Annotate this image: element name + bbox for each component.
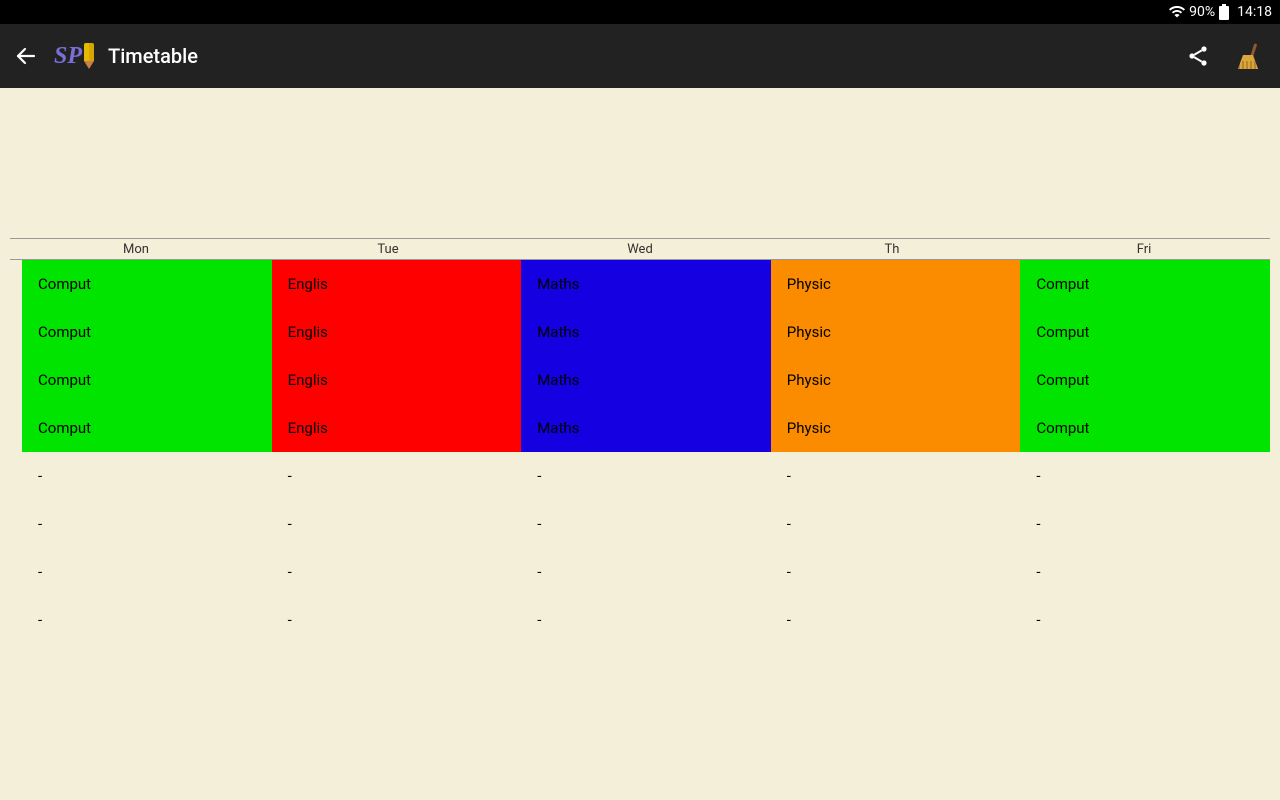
broom-icon [1236,43,1260,69]
timetable-cell-empty[interactable]: - [22,500,272,548]
timetable-row: ComputEnglisMathsPhysicComput [22,308,1270,356]
timetable-cell-empty[interactable]: - [272,596,522,644]
timetable-cell[interactable]: Physic [771,308,1021,356]
timetable-row: ComputEnglisMathsPhysicComput [22,404,1270,452]
timetable-cell[interactable]: Comput [22,308,272,356]
timetable-cell-empty[interactable]: - [272,500,522,548]
clear-button[interactable] [1234,42,1262,70]
timetable-cell[interactable]: Englis [272,356,522,404]
timetable-cell-empty[interactable]: - [521,548,771,596]
day-header: Tue [262,239,514,259]
wifi-icon [1169,4,1185,20]
day-header-row: MonTueWedThFri [10,238,1270,260]
timetable-cell[interactable]: Maths [521,404,771,452]
timetable-cell[interactable]: Comput [22,356,272,404]
timetable-cell-empty[interactable]: - [771,500,1021,548]
app-logo: SP [54,43,94,70]
timetable-cell[interactable]: Comput [1020,260,1270,308]
back-button[interactable] [12,42,40,70]
timetable-cell-empty[interactable]: - [1020,596,1270,644]
timetable-cell-empty[interactable]: - [521,500,771,548]
timetable-cell-empty[interactable]: - [1020,548,1270,596]
timetable-cell-empty[interactable]: - [771,452,1021,500]
battery-icon [1219,4,1229,20]
timetable-cell[interactable]: Maths [521,308,771,356]
timetable-cell[interactable]: Maths [521,356,771,404]
timetable-row: ----- [22,452,1270,500]
timetable-cell[interactable]: Englis [272,404,522,452]
day-header: Th [766,239,1018,259]
timetable-cell[interactable]: Maths [521,260,771,308]
timetable-cell-empty[interactable]: - [272,452,522,500]
timetable-cell[interactable]: Physic [771,356,1021,404]
timetable-cell[interactable]: Comput [1020,404,1270,452]
timetable-cell-empty[interactable]: - [22,596,272,644]
day-header: Mon [10,239,262,259]
timetable-cell[interactable]: Physic [771,404,1021,452]
timetable-cell-empty[interactable]: - [22,452,272,500]
timetable-cell-empty[interactable]: - [272,548,522,596]
timetable-cell[interactable]: Comput [22,404,272,452]
timetable-cell-empty[interactable]: - [771,596,1021,644]
timetable-row: ----- [22,548,1270,596]
timetable-body: ComputEnglisMathsPhysicComputComputEngli… [10,260,1270,644]
timetable-cell[interactable]: Englis [272,260,522,308]
share-button[interactable] [1184,42,1212,70]
timetable-row: ----- [22,500,1270,548]
page-title: Timetable [108,44,1170,68]
timetable-row: ComputEnglisMathsPhysicComput [22,356,1270,404]
content-area: MonTueWedThFri ComputEnglisMathsPhysicCo… [0,88,1280,800]
timetable-cell-empty[interactable]: - [521,452,771,500]
pencil-icon [84,43,94,69]
status-bar: 90% 14:18 [0,0,1280,24]
timetable-cell-empty[interactable]: - [1020,452,1270,500]
timetable-cell[interactable]: Comput [1020,356,1270,404]
timetable-cell[interactable]: Englis [272,308,522,356]
day-header: Wed [514,239,766,259]
logo-text: SP [54,43,82,70]
timetable-cell-empty[interactable]: - [521,596,771,644]
timetable: MonTueWedThFri ComputEnglisMathsPhysicCo… [10,238,1270,644]
timetable-cell[interactable]: Comput [1020,308,1270,356]
timetable-row: ----- [22,596,1270,644]
app-bar: SP Timetable [0,24,1280,88]
timetable-row: ComputEnglisMathsPhysicComput [22,260,1270,308]
timetable-cell[interactable]: Physic [771,260,1021,308]
timetable-cell-empty[interactable]: - [22,548,272,596]
timetable-cell-empty[interactable]: - [771,548,1021,596]
timetable-cell-empty[interactable]: - [1020,500,1270,548]
battery-percent: 90% [1189,4,1215,20]
day-header: Fri [1018,239,1270,259]
status-time: 14:18 [1237,4,1272,20]
timetable-cell[interactable]: Comput [22,260,272,308]
